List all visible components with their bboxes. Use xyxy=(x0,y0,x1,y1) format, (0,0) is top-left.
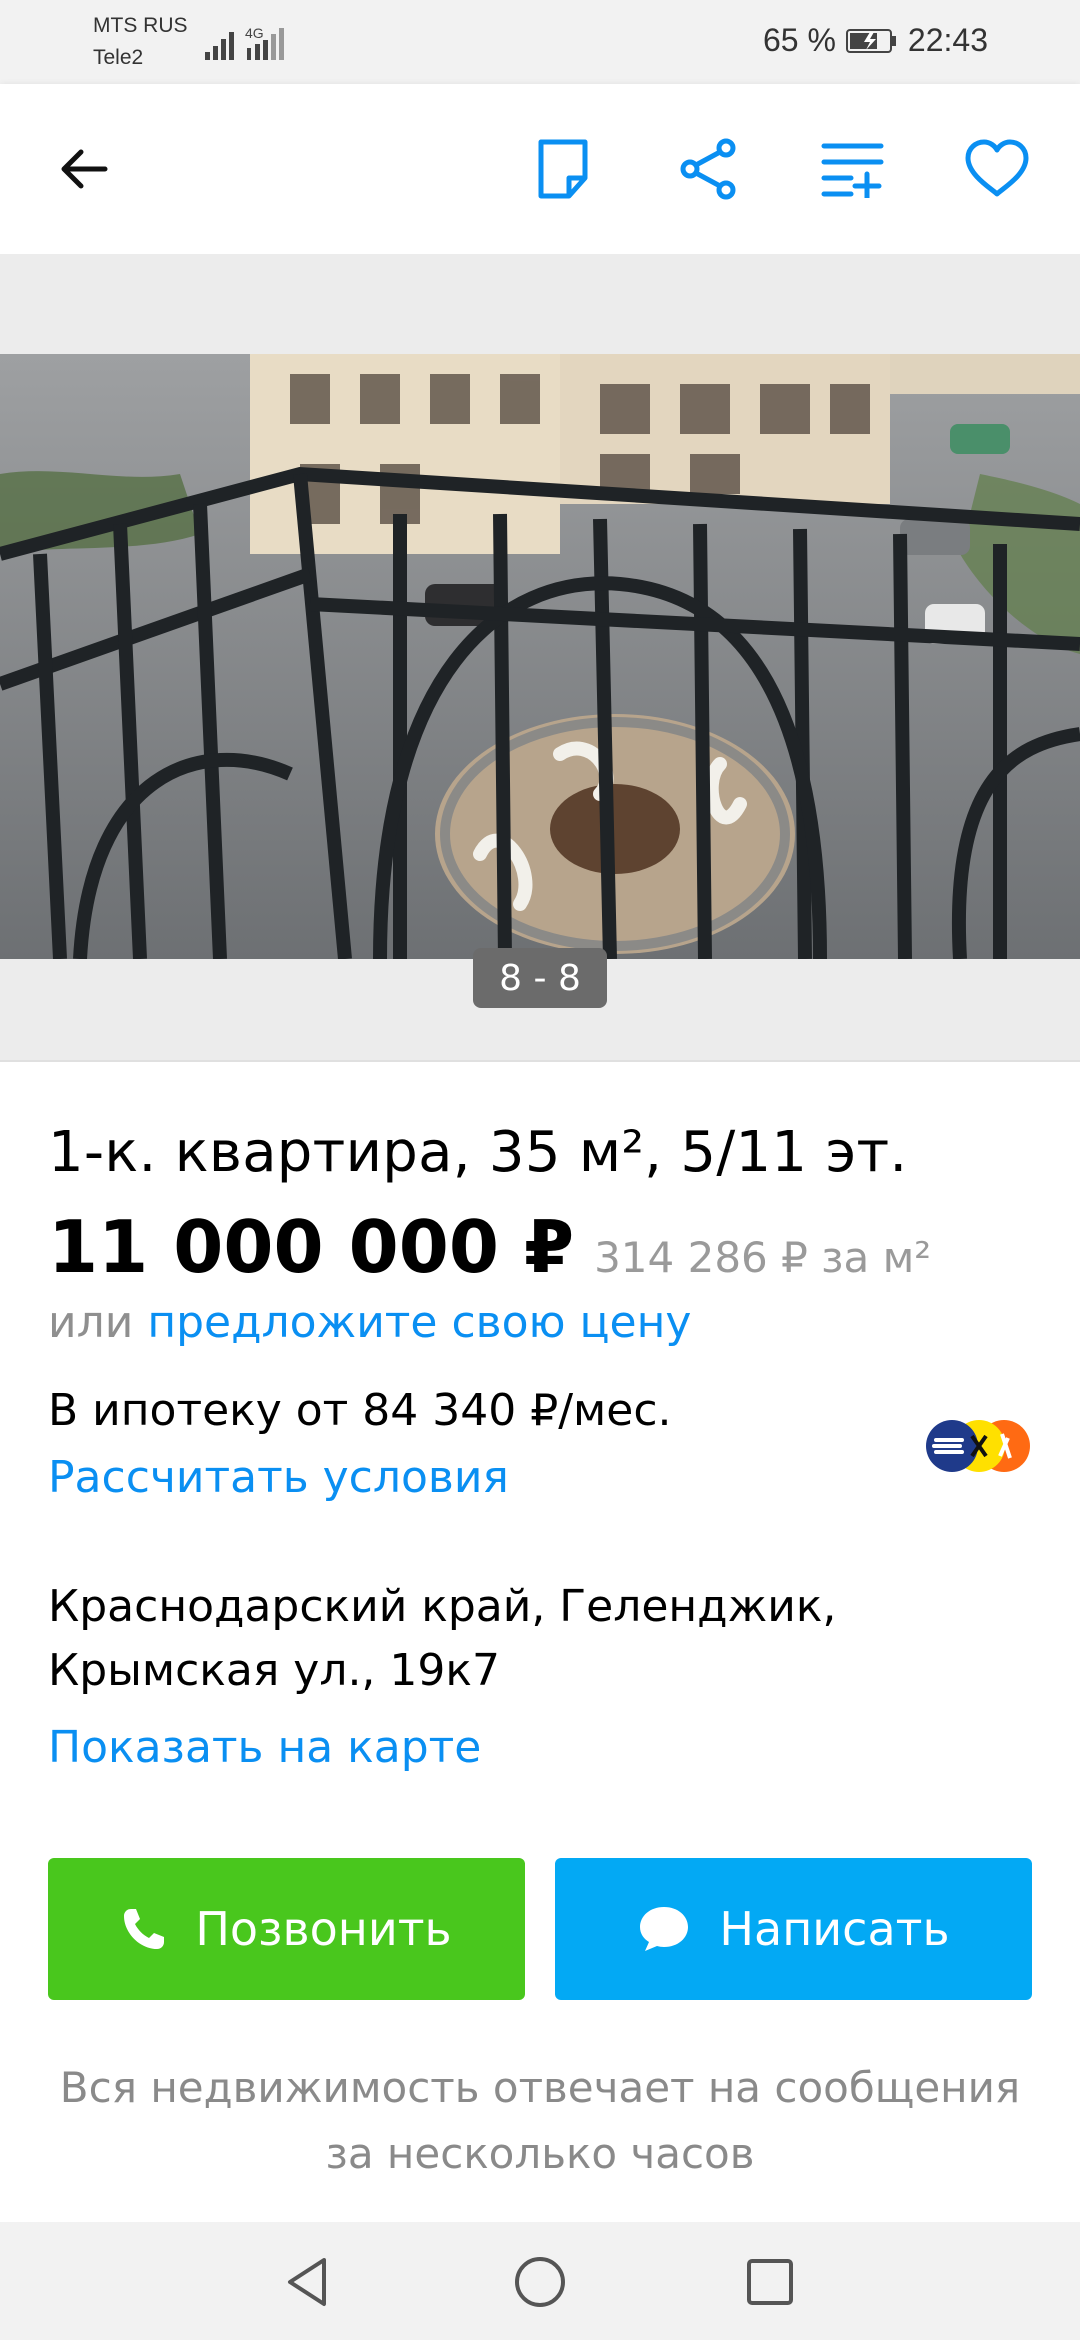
status-right: 65 % 22:43 xyxy=(763,22,988,59)
chat-bubble-icon xyxy=(640,1907,689,1951)
offer-price-line: или предложите свою цену xyxy=(48,1297,691,1348)
arrow-left-icon xyxy=(61,149,108,189)
call-button[interactable]: Позвонить xyxy=(48,1858,525,2000)
circle-home-icon[interactable] xyxy=(512,2254,568,2310)
balcony-view-image xyxy=(0,354,1080,959)
response-note-line2: за несколько часов xyxy=(325,2129,755,2178)
response-note-line1: Вся недвижимость отвечает на сообщения xyxy=(59,2063,1021,2112)
add-to-compare-button[interactable] xyxy=(818,134,888,204)
note-icon xyxy=(538,139,588,199)
square-recents-icon[interactable] xyxy=(742,2254,798,2310)
back-button[interactable] xyxy=(48,134,118,204)
status-bar: MTS RUS Tele2 4G 65 % 22:43 xyxy=(0,0,1080,84)
app-bar xyxy=(0,84,1080,254)
listing-photo[interactable] xyxy=(0,354,1080,959)
system-nav-bar xyxy=(0,2222,1080,2340)
carrier-secondary: Tele2 xyxy=(93,46,144,69)
network-type-label: 4G xyxy=(245,25,264,41)
photo-counter: 8 - 8 xyxy=(473,948,607,1008)
call-button-label: Позвонить xyxy=(195,1902,452,1956)
response-time-note: Вся недвижимость отвечает на сообщения з… xyxy=(0,2055,1080,2187)
battery-icon xyxy=(845,28,896,53)
offer-prefix: или xyxy=(48,1297,134,1348)
favorite-button[interactable] xyxy=(962,134,1032,204)
triangle-back-icon[interactable] xyxy=(280,2254,336,2310)
write-button[interactable]: Написать xyxy=(555,1858,1032,2000)
signal-icon: 4G xyxy=(205,25,284,60)
listing-address: Краснодарский край, Геленджик, Крымская … xyxy=(48,1581,837,1696)
photo-gallery[interactable]: 8 - 8 xyxy=(0,254,1080,1062)
share-button[interactable] xyxy=(673,134,743,204)
show-on-map-link[interactable]: Показать на карте xyxy=(48,1722,481,1773)
share-icon xyxy=(680,138,736,200)
phone-icon xyxy=(124,1909,165,1949)
price-per-square-meter: 314 286 ₽ за м² xyxy=(594,1233,932,1282)
calculate-conditions-link[interactable]: Рассчитать условия xyxy=(48,1452,509,1503)
bank-logo-icon[interactable] xyxy=(924,1418,1034,1474)
write-button-label: Написать xyxy=(719,1902,950,1956)
mortgage-text: В ипотеку от 84 340 ₽/мес. xyxy=(48,1385,672,1436)
add-to-list-icon xyxy=(821,143,884,198)
heart-icon xyxy=(965,139,1029,197)
clock: 22:43 xyxy=(907,22,988,58)
note-button[interactable] xyxy=(528,134,598,204)
price-row: 11 000 000 ₽ 314 286 ₽ за м² xyxy=(48,1205,931,1289)
offer-price-link[interactable]: предложите свою цену xyxy=(147,1297,691,1348)
listing-title: 1-к. квартира, 35 м², 5/11 эт. xyxy=(48,1120,908,1185)
carrier-primary: MTS RUS xyxy=(93,14,188,37)
battery-percent: 65 % xyxy=(762,22,836,58)
price: 11 000 000 ₽ xyxy=(48,1205,575,1289)
